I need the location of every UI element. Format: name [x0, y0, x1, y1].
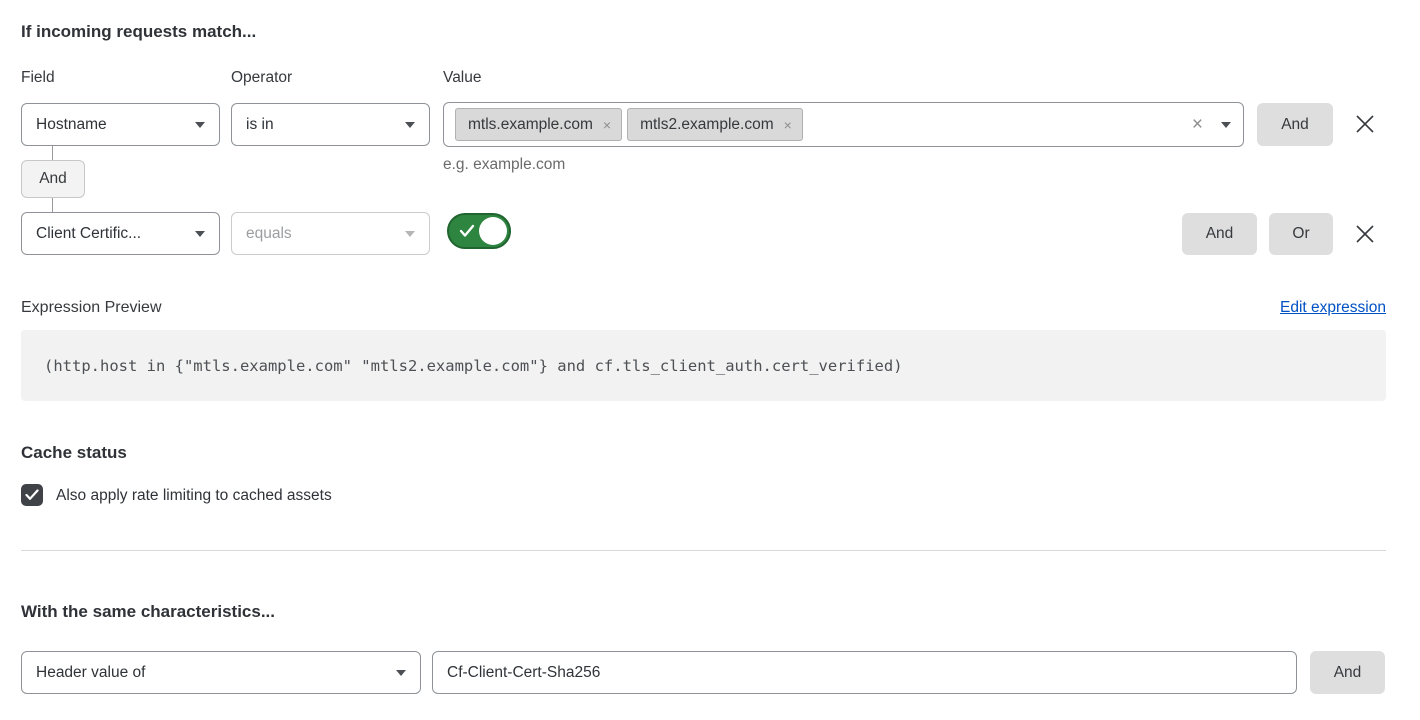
clear-values-icon[interactable]: × [1192, 115, 1203, 134]
remove-rule-icon[interactable] [1353, 222, 1377, 246]
rule-builder-panel: If incoming requests match... Field Oper… [0, 0, 1420, 720]
chevron-down-icon [195, 231, 205, 237]
and-button-row1[interactable]: And [1257, 103, 1333, 146]
chevron-down-icon [405, 122, 415, 128]
check-icon [25, 489, 39, 501]
chevron-down-icon [405, 231, 415, 237]
remove-rule-icon[interactable] [1353, 112, 1377, 136]
value-helper-text: e.g. example.com [443, 156, 565, 174]
operator-select-row1-value: is in [246, 116, 395, 134]
characteristic-select[interactable]: Header value of [21, 651, 421, 694]
operator-column-label: Operator [231, 69, 292, 87]
characteristic-select-value: Header value of [36, 664, 386, 682]
expression-code: (http.host in {"mtls.example.com" "mtls2… [44, 357, 903, 375]
and-connector-button[interactable]: And [21, 160, 85, 198]
value-multiselect[interactable]: mtls.example.com × mtls2.example.com × × [443, 102, 1244, 147]
expression-code-box: (http.host in {"mtls.example.com" "mtls2… [21, 330, 1386, 401]
operator-select-row2-disabled: equals [231, 212, 430, 255]
or-button-row2[interactable]: Or [1269, 213, 1333, 255]
chevron-down-icon[interactable] [1221, 122, 1231, 128]
field-column-label: Field [21, 69, 55, 87]
field-select-row2[interactable]: Client Certific... [21, 212, 220, 255]
tag-remove-icon[interactable]: × [784, 118, 792, 132]
edit-expression-link[interactable]: Edit expression [1280, 299, 1386, 317]
value-tag-text: mtls.example.com [468, 116, 593, 134]
header-name-input[interactable] [432, 651, 1297, 694]
operator-select-row1[interactable]: is in [231, 103, 430, 146]
operator-select-row2-value: equals [246, 225, 395, 243]
toggle-knob [479, 217, 507, 245]
match-section-title: If incoming requests match... [21, 22, 256, 42]
section-divider [21, 550, 1386, 551]
and-button-characteristics[interactable]: And [1310, 651, 1385, 694]
and-button-row2[interactable]: And [1182, 213, 1257, 255]
chevron-down-icon [195, 122, 205, 128]
characteristics-title: With the same characteristics... [21, 602, 275, 622]
check-icon [459, 224, 475, 238]
tag-remove-icon[interactable]: × [603, 118, 611, 132]
cache-status-title: Cache status [21, 443, 127, 463]
field-select-row1[interactable]: Hostname [21, 103, 220, 146]
value-tag: mtls2.example.com × [627, 108, 803, 141]
cached-assets-checkbox-label: Also apply rate limiting to cached asset… [56, 487, 332, 505]
cached-assets-checkbox[interactable] [21, 484, 43, 506]
field-select-row1-value: Hostname [36, 116, 185, 134]
connector-line [52, 146, 53, 160]
expression-preview-label: Expression Preview [21, 299, 162, 317]
connector-line [52, 198, 53, 212]
value-tag: mtls.example.com × [455, 108, 622, 141]
chevron-down-icon [396, 670, 406, 676]
cert-verified-toggle[interactable] [447, 213, 511, 249]
field-select-row2-value: Client Certific... [36, 225, 185, 243]
value-column-label: Value [443, 69, 482, 87]
value-tag-text: mtls2.example.com [640, 116, 774, 134]
